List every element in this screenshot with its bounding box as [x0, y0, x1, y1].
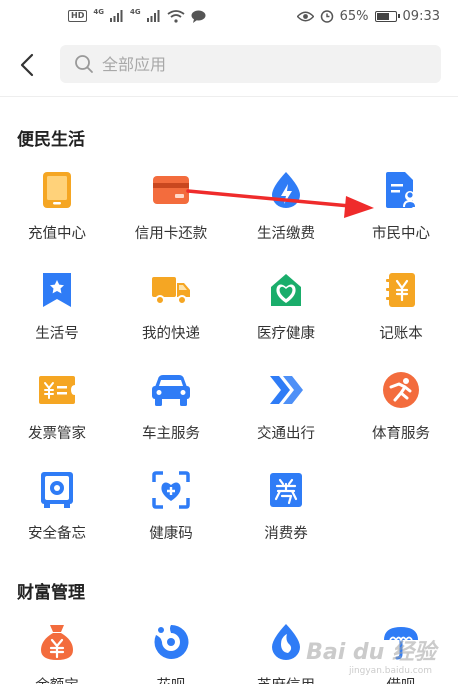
search-icon [75, 55, 93, 73]
hd-badge: HD [68, 10, 88, 22]
status-left: HD 4G 4G [68, 8, 206, 23]
app-label: 我的快递 [142, 326, 200, 342]
invoice-icon [37, 370, 77, 410]
clock-time: 09:33 [402, 8, 440, 24]
app-label: 芝麻信用 [257, 674, 315, 684]
app-label: 安全备忘 [28, 526, 86, 542]
battery-percent: 65% [339, 8, 369, 24]
money-bag-icon [37, 622, 77, 662]
credit-card-icon [151, 170, 191, 210]
app-label: 市民中心 [372, 226, 430, 242]
app-credit-card-repay[interactable]: 信用卡还款 [114, 168, 228, 260]
back-button[interactable] [0, 40, 54, 90]
citizen-doc-icon [381, 170, 421, 210]
app-citizen-center[interactable]: 市民中心 [344, 168, 458, 260]
app-label: 消费券 [264, 526, 308, 542]
signal-icon [146, 10, 160, 22]
app-huabei[interactable]: 花呗 [114, 620, 228, 684]
app-label: 交通出行 [257, 426, 315, 442]
app-label: 医疗健康 [257, 326, 315, 342]
app-label: 余额宝 [35, 674, 79, 684]
wifi-icon [167, 9, 185, 23]
safe-icon [37, 470, 77, 510]
lightning-drop-icon [266, 170, 306, 210]
app-label: 充值中心 [28, 226, 86, 242]
double-chevron-icon [266, 370, 306, 410]
app-label: 生活号 [35, 326, 79, 342]
bookmark-star-icon [37, 270, 77, 310]
watermark-logo: Bai du 经验 [306, 640, 436, 665]
app-label: 健康码 [149, 526, 193, 542]
app-label: 体育服务 [372, 426, 430, 442]
app-my-express[interactable]: 我的快递 [114, 268, 228, 360]
chevron-left-icon [20, 53, 34, 77]
search-input[interactable] [102, 54, 422, 74]
alarm-icon [320, 10, 333, 23]
battery-icon [374, 10, 400, 22]
app-health-code[interactable]: 健康码 [114, 468, 228, 560]
search-box[interactable] [60, 45, 441, 83]
runner-icon [381, 370, 421, 410]
signal-icon [109, 10, 123, 22]
app-utility-payment[interactable]: 生活缴费 [229, 168, 343, 260]
section-title-convenience: 便民生活 [17, 130, 85, 150]
sesame-icon [266, 622, 306, 662]
status-right: 65% 09:33 [296, 8, 440, 24]
app-sports-service[interactable]: 体育服务 [344, 368, 458, 460]
car-icon [151, 370, 191, 410]
app-transportation[interactable]: 交通出行 [229, 368, 343, 460]
app-medical-health[interactable]: 医疗健康 [229, 268, 343, 360]
coupon-icon [266, 470, 306, 510]
yuan-notebook-icon [381, 270, 421, 310]
app-safety-memo[interactable]: 安全备忘 [0, 468, 114, 560]
header-divider [0, 96, 458, 97]
watermark-url: jingyan.baidu.com [348, 666, 432, 676]
app-label: 花呗 [157, 674, 186, 684]
health-code-icon [151, 470, 191, 510]
app-invoice-manager[interactable]: 发票管家 [0, 368, 114, 460]
truck-icon [151, 270, 191, 310]
app-recharge-center[interactable]: 充值中心 [0, 168, 114, 260]
app-label: 发票管家 [28, 426, 86, 442]
network-type-1: 4G [93, 8, 104, 16]
section-title-wealth: 财富管理 [17, 583, 85, 603]
huabei-icon [151, 622, 191, 662]
status-bar: HD 4G 4G 65% 09:33 [0, 0, 458, 32]
message-icon [191, 10, 206, 23]
search-header [0, 40, 458, 90]
heart-cross-icon [266, 270, 306, 310]
app-car-owner-service[interactable]: 车主服务 [114, 368, 228, 460]
app-label: 生活缴费 [257, 226, 315, 242]
app-yuebao[interactable]: 余额宝 [0, 620, 114, 684]
app-label: 记账本 [379, 326, 423, 342]
app-consumption-coupon[interactable]: 消费券 [229, 468, 343, 560]
network-type-2: 4G [129, 8, 141, 16]
phone-icon [37, 170, 77, 210]
app-account-book[interactable]: 记账本 [344, 268, 458, 360]
app-life-account[interactable]: 生活号 [0, 268, 114, 360]
eye-icon [296, 11, 314, 21]
app-label: 车主服务 [142, 426, 200, 442]
app-label: 信用卡还款 [134, 226, 208, 242]
